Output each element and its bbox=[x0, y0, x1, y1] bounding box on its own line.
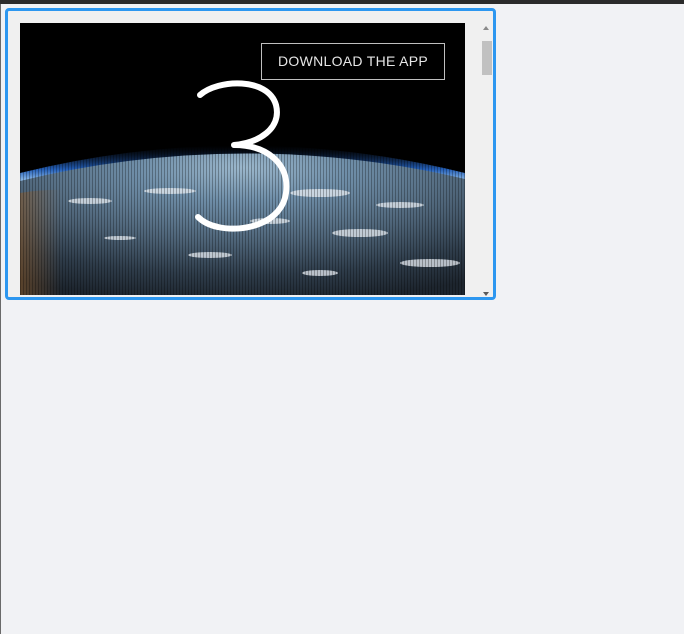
scroll-down-arrow-icon[interactable] bbox=[479, 287, 493, 297]
countdown-number: 3 bbox=[178, 71, 308, 241]
vertical-scrollbar[interactable] bbox=[479, 23, 493, 297]
window-left-edge bbox=[0, 4, 1, 634]
embed-viewport: DOWNLOAD THE APP 3 bbox=[20, 23, 465, 295]
scroll-thumb[interactable] bbox=[482, 41, 492, 75]
scroll-up-arrow-icon[interactable] bbox=[479, 23, 493, 35]
window-top-edge bbox=[0, 0, 684, 4]
embedded-frame[interactable]: DOWNLOAD THE APP 3 bbox=[5, 8, 496, 300]
